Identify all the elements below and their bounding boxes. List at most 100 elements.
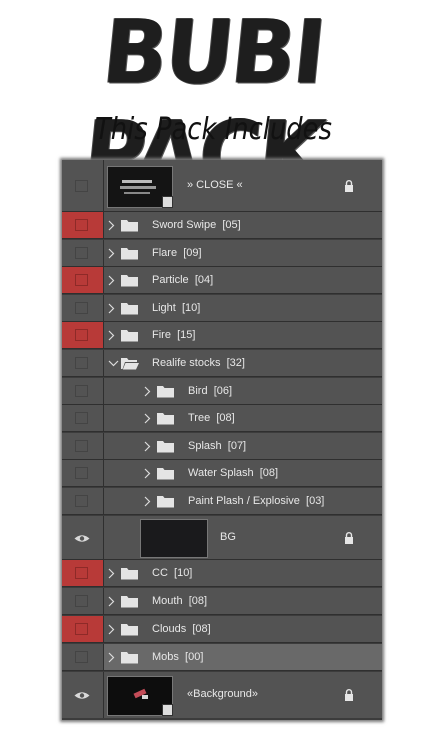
group-name: Tree: [188, 412, 211, 425]
visibility-box[interactable]: [75, 467, 88, 480]
visibility-box[interactable]: [75, 274, 88, 287]
visibility-toggle[interactable]: [62, 239, 104, 266]
group-name: Light: [152, 301, 176, 314]
visibility-toggle[interactable]: [62, 322, 104, 349]
folder-icon: [121, 247, 138, 260]
visibility-toggle[interactable]: [62, 405, 104, 432]
layer-group-row[interactable]: Sword Swipe [05]: [62, 212, 382, 239]
layer-group-row[interactable]: Splash [07]: [62, 432, 382, 460]
folder-icon: [121, 624, 138, 636]
group-count: [08]: [259, 467, 279, 480]
chevron-right-icon[interactable]: [108, 220, 115, 231]
visibility-toggle[interactable]: [62, 616, 104, 642]
lock-icon[interactable]: [344, 532, 354, 544]
layer-group-row[interactable]: Fire [15]: [62, 322, 382, 350]
visibility-box[interactable]: [75, 439, 88, 452]
group-name: Particle: [152, 274, 189, 287]
visibility-toggle[interactable]: [62, 672, 104, 718]
group-count: [05]: [222, 219, 241, 231]
visibility-box[interactable]: [75, 651, 88, 663]
visibility-box[interactable]: [75, 219, 88, 231]
group-count: [15]: [177, 329, 196, 342]
layer-group-row[interactable]: Paint Plash / Explosive [03]: [62, 488, 382, 515]
folder-open-icon: [121, 358, 139, 370]
layer-group-row[interactable]: Realife stocks [32]: [62, 350, 382, 377]
visibility-toggle[interactable]: [62, 160, 104, 211]
layer-group-row[interactable]: Mouth [08]: [62, 588, 382, 615]
visibility-toggle[interactable]: [62, 560, 104, 586]
layer-group-row[interactable]: Light [10]: [62, 294, 382, 322]
chevron-right-icon[interactable]: [108, 330, 115, 341]
chevron-right-icon[interactable]: [108, 303, 115, 314]
visibility-toggle[interactable]: [62, 294, 104, 321]
chevron-right-icon[interactable]: [144, 413, 151, 424]
visibility-toggle[interactable]: [62, 267, 104, 294]
chevron-right-icon[interactable]: [108, 275, 115, 286]
group-count: [08]: [188, 595, 208, 607]
group-name: Mouth: [152, 595, 183, 607]
folder-icon: [157, 468, 174, 480]
group-name: Clouds: [152, 623, 187, 635]
layer-group-row[interactable]: Mobs [00]: [62, 644, 382, 671]
visibility-box[interactable]: [75, 623, 88, 635]
folder-icon: [121, 568, 138, 580]
layer-group-row[interactable]: Flare [09]: [62, 239, 382, 267]
layer-group-row[interactable]: Particle [04]: [62, 267, 382, 295]
visibility-toggle[interactable]: [62, 588, 104, 614]
group-name: Flare: [152, 246, 178, 259]
chevron-right-icon[interactable]: [144, 386, 151, 397]
layer-name: Mobs [00]: [152, 644, 203, 671]
layer-name: Bird [06]: [188, 378, 232, 405]
chevron-right-icon[interactable]: [144, 468, 151, 479]
visibility-box[interactable]: [75, 595, 88, 607]
visibility-toggle[interactable]: [62, 377, 104, 404]
visibility-toggle[interactable]: [62, 460, 104, 487]
chevron-right-icon[interactable]: [108, 624, 115, 635]
lock-icon[interactable]: [344, 180, 354, 192]
visibility-box[interactable]: [75, 246, 88, 259]
layer-group-row[interactable]: Bird [06]: [62, 377, 382, 405]
chevron-right-icon[interactable]: [108, 652, 115, 663]
visibility-box[interactable]: [75, 412, 88, 425]
visibility-toggle[interactable]: [62, 432, 104, 459]
visibility-box[interactable]: [75, 180, 88, 192]
chevron-right-icon[interactable]: [108, 248, 115, 259]
chevron-right-icon[interactable]: [108, 596, 115, 607]
layer-group-row[interactable]: Water Splash [08]: [62, 460, 382, 488]
layer-background[interactable]: «Background»: [62, 672, 382, 718]
eye-icon[interactable]: [74, 691, 90, 700]
chevron-right-icon[interactable]: [108, 568, 115, 579]
visibility-box[interactable]: [75, 357, 88, 369]
layer-bg[interactable]: BG: [62, 516, 382, 560]
visibility-box[interactable]: [75, 329, 88, 342]
layer-group-row[interactable]: CC [10]: [62, 560, 382, 587]
layer-close[interactable]: » CLOSE «: [62, 160, 382, 212]
visibility-toggle[interactable]: [62, 516, 104, 559]
folder-icon: [157, 496, 174, 508]
chevron-right-icon[interactable]: [144, 441, 151, 452]
visibility-box[interactable]: [75, 567, 88, 579]
layer-name: Fire [15]: [152, 322, 195, 349]
layer-group-row[interactable]: Clouds [08]: [62, 616, 382, 643]
chevron-right-icon[interactable]: [144, 496, 151, 507]
eye-icon[interactable]: [74, 534, 90, 543]
visibility-toggle[interactable]: [62, 488, 104, 514]
layer-name: Light [10]: [152, 295, 200, 322]
folder-icon: [121, 302, 138, 315]
folder-icon: [121, 220, 138, 232]
layer-group-row[interactable]: Tree [08]: [62, 405, 382, 433]
visibility-box[interactable]: [75, 495, 88, 507]
group-name: Paint Plash / Explosive: [188, 495, 300, 507]
folder-icon: [157, 440, 174, 453]
layer-name: Realife stocks [32]: [152, 350, 245, 377]
visibility-toggle[interactable]: [62, 212, 104, 238]
group-name: Fire: [152, 329, 171, 342]
visibility-box[interactable]: [75, 384, 88, 397]
chevron-down-icon[interactable]: [108, 360, 119, 367]
lock-icon[interactable]: [344, 689, 354, 701]
group-count: [00]: [185, 651, 204, 663]
visibility-toggle[interactable]: [62, 644, 104, 670]
visibility-box[interactable]: [75, 301, 88, 314]
visibility-toggle[interactable]: [62, 350, 104, 376]
layer-name: CC [10]: [152, 560, 192, 587]
